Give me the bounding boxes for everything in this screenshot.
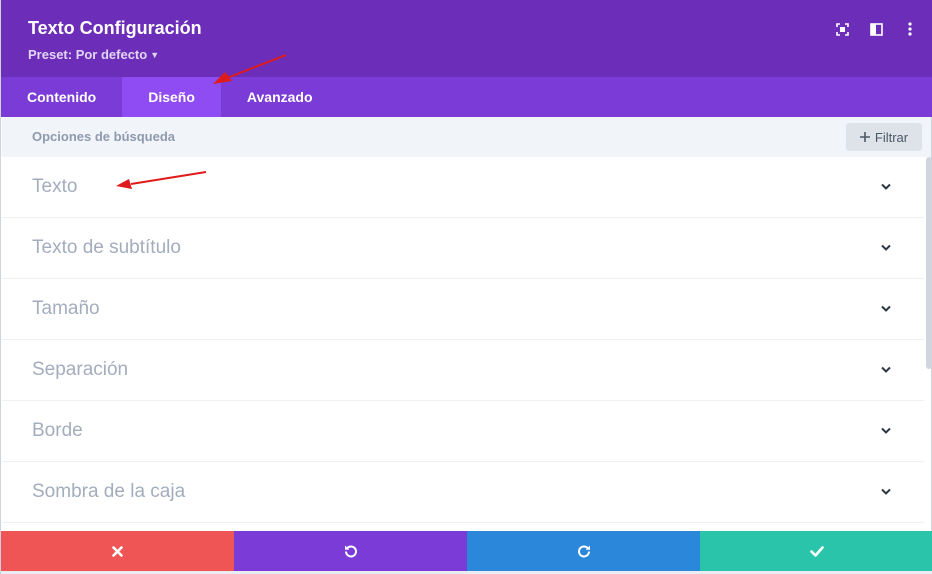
section-label: Tamaño [32,298,100,319]
scrollbar[interactable] [926,157,932,369]
tab-diseno[interactable]: Diseño [122,77,221,117]
chevron-down-icon [881,427,891,434]
caret-down-icon: ▼ [150,50,160,60]
search-bar: Filtrar [2,117,931,157]
chevron-down-icon [881,244,891,251]
chevron-down-icon [881,305,891,312]
filter-label: Filtrar [874,129,909,145]
preset-selector[interactable]: Preset: Por defecto ▼ [28,47,159,62]
header-icons [835,20,917,38]
section-label: Borde [32,420,83,441]
chevron-down-icon [881,366,891,373]
tab-avanzado[interactable]: Avanzado [221,77,339,117]
option-groups: Texto Texto de subtítulo Tamaño Separaci… [2,157,924,523]
more-vertical-icon[interactable] [903,20,917,38]
section-tamano[interactable]: Tamaño [2,279,924,340]
section-borde[interactable]: Borde [2,401,924,462]
check-icon [809,545,824,557]
preset-label: Preset: Por defecto [28,47,148,62]
chevron-down-icon [881,183,891,190]
section-label: Texto [32,176,78,197]
section-label: Separación [32,359,129,380]
settings-panel: Texto Configuración Preset: Por defecto ▼ [0,0,932,574]
cancel-icon [112,545,123,557]
section-texto-subtitulo[interactable]: Texto de subtítulo [2,218,924,279]
undo-icon [344,545,357,558]
section-sombra-caja[interactable]: Sombra de la caja [2,462,924,523]
section-label: Texto de subtítulo [32,237,181,258]
section-label: Sombra de la caja [32,481,186,502]
chevron-down-icon [881,488,891,495]
filter-button[interactable]: Filtrar [846,123,922,151]
plus-icon [859,132,870,142]
footer-actions [1,531,932,571]
section-texto[interactable]: Texto [2,157,924,218]
undo-button[interactable] [234,531,467,571]
panel-title: Texto Configuración [28,18,202,38]
search-input[interactable] [32,129,532,144]
cancel-button[interactable] [1,531,234,571]
tab-bar: Contenido Diseño Avanzado [1,77,932,117]
save-button[interactable] [700,531,932,571]
section-separacion[interactable]: Separación [2,340,924,401]
redo-icon [577,545,590,558]
tab-contenido[interactable]: Contenido [1,77,122,117]
panel-header: Texto Configuración Preset: Por defecto ▼ [1,0,932,77]
split-view-icon[interactable] [869,20,883,38]
redo-button[interactable] [467,531,700,571]
expand-icon[interactable] [835,20,849,38]
